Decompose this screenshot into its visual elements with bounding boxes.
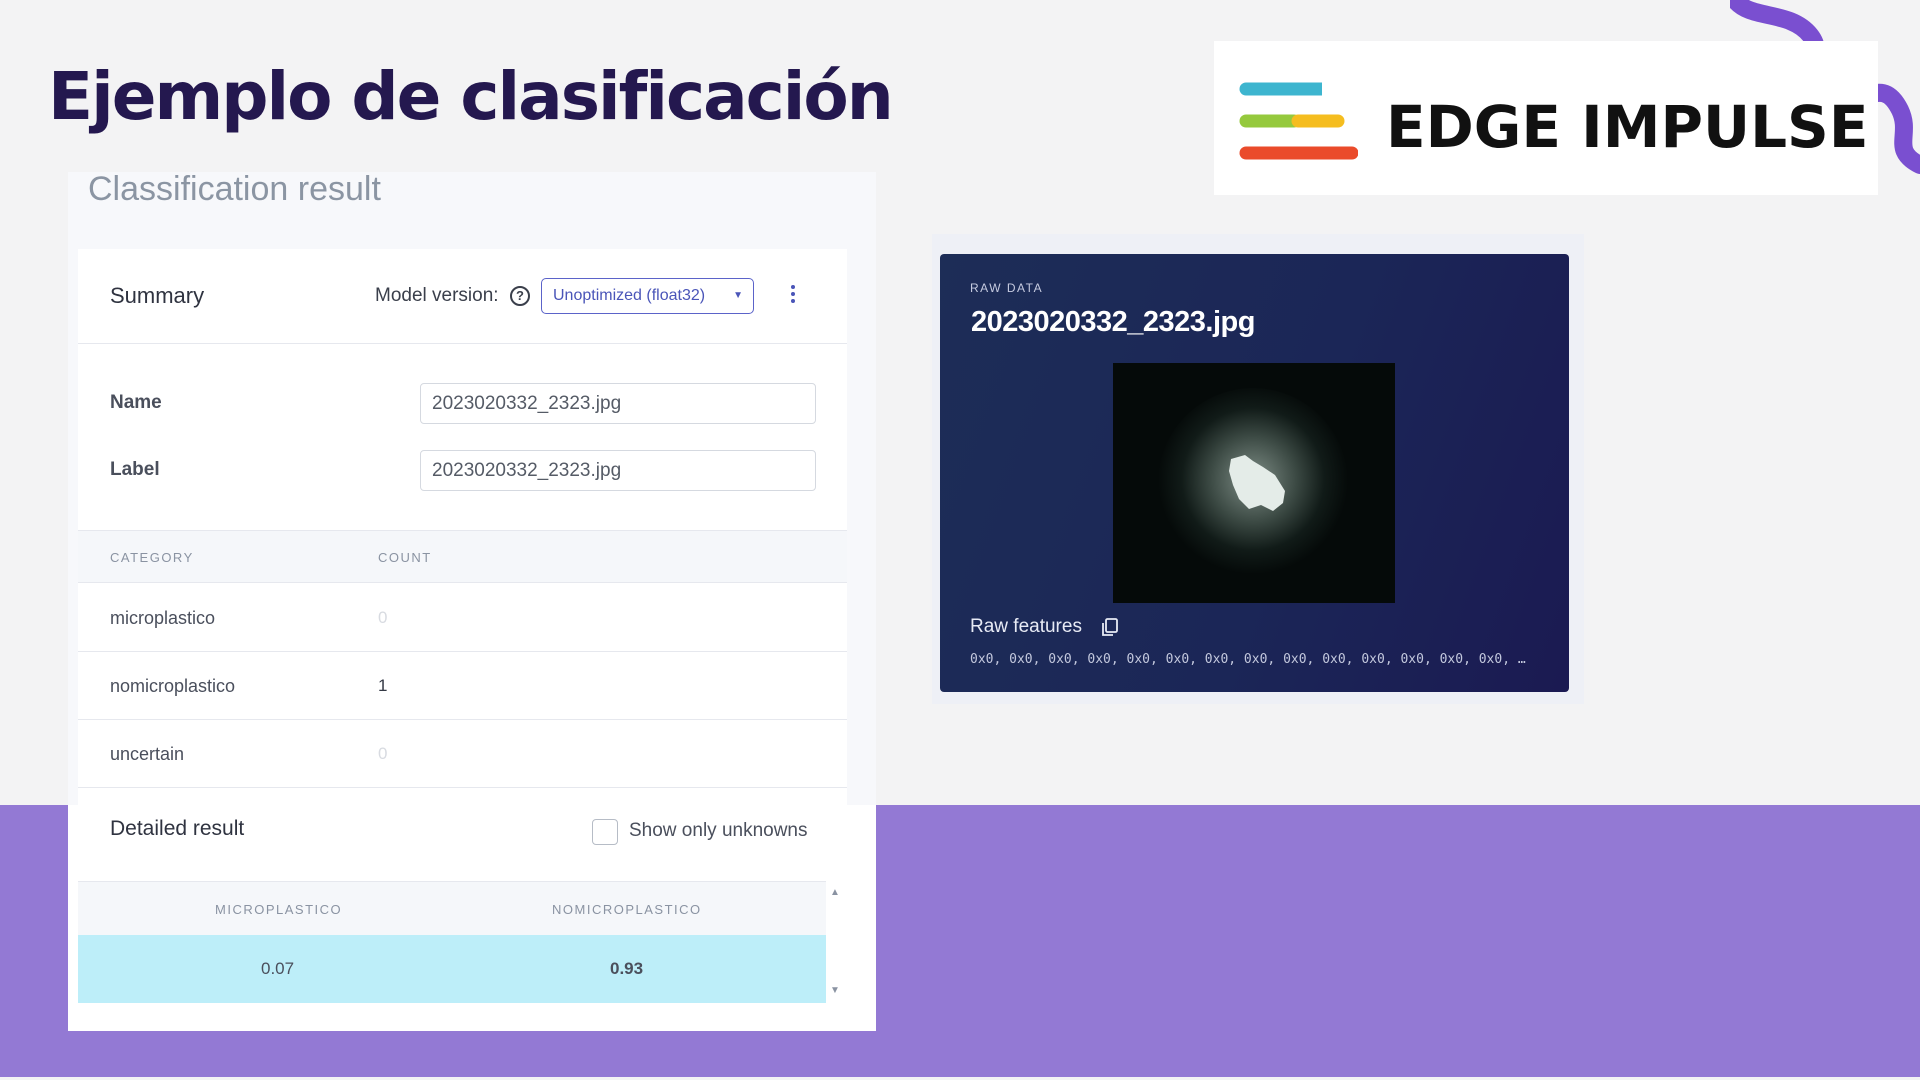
summary-title: Summary (110, 283, 205, 308)
category-table-header: CATEGORY COUNT (78, 530, 847, 583)
table-row: microplastico 0 (78, 584, 847, 652)
summary-divider (78, 343, 847, 344)
name-field[interactable]: 2023020332_2323.jpg (420, 383, 816, 424)
table-row: uncertain 0 (78, 720, 847, 788)
microplastico-score: 0.07 (261, 959, 295, 978)
classification-result-heading: Classification result (88, 170, 381, 208)
raw-features-label: Raw features (970, 616, 1082, 637)
column-header-category: CATEGORY (110, 550, 194, 565)
logo-bars-icon (1239, 82, 1358, 160)
category-cell: uncertain (110, 744, 185, 764)
table-row: nomicroplastico 1 (78, 652, 847, 720)
column-header-nomicroplastico: NOMICROPLASTICO (552, 902, 702, 917)
logo-wordmark: EDGE IMPULSE (1386, 93, 1869, 161)
model-version-value: Unoptimized (float32) (553, 287, 706, 304)
model-version-label: Model version: (375, 285, 499, 306)
scroll-down-icon[interactable]: ▼ (830, 985, 840, 996)
raw-data-filename: 2023020332_2323.jpg (971, 306, 1255, 338)
question-circle-icon[interactable]: ? (510, 286, 530, 306)
raw-data-caption: RAW DATA (970, 281, 1044, 295)
caret-down-icon: ▼ (733, 290, 743, 301)
detailed-result-row[interactable]: 0.07 0.93 (78, 935, 826, 1003)
label-field[interactable]: 2023020332_2323.jpg (420, 450, 816, 491)
vertical-dots-icon[interactable] (790, 285, 796, 305)
name-label: Name (110, 392, 162, 413)
scroll-up-icon[interactable]: ▲ (830, 887, 840, 898)
category-cell: microplastico (110, 608, 216, 628)
copy-icon[interactable] (1100, 617, 1120, 637)
detailed-result-title: Detailed result (110, 817, 245, 840)
edge-impulse-logo: EDGE IMPULSE (1214, 41, 1878, 195)
slide-title: Ejemplo de clasificación (48, 58, 894, 135)
model-version-select[interactable]: Unoptimized (float32) ▼ (541, 278, 754, 314)
count-cell: 1 (378, 676, 388, 695)
raw-features-values: 0x0, 0x0, 0x0, 0x0, 0x0, 0x0, 0x0, 0x0, … (970, 652, 1526, 667)
show-only-unknowns-checkbox[interactable] (592, 819, 618, 845)
nomicroplastico-score: 0.93 (610, 959, 644, 978)
column-header-count: COUNT (378, 550, 432, 565)
show-only-unknowns-label[interactable]: Show only unknowns (629, 820, 808, 842)
category-cell: nomicroplastico (110, 676, 236, 696)
column-header-microplastico: MICROPLASTICO (215, 902, 343, 917)
label-label: Label (110, 459, 160, 480)
detailed-table-header: MICROPLASTICO NOMICROPLASTICO (78, 881, 826, 935)
count-cell: 0 (378, 608, 388, 627)
classification-card: Summary Model version: ? Unoptimized (fl… (78, 249, 847, 1003)
count-cell: 0 (378, 744, 388, 763)
raw-data-card: RAW DATA 2023020332_2323.jpg Raw feature… (940, 254, 1569, 692)
sample-image (1113, 363, 1395, 603)
